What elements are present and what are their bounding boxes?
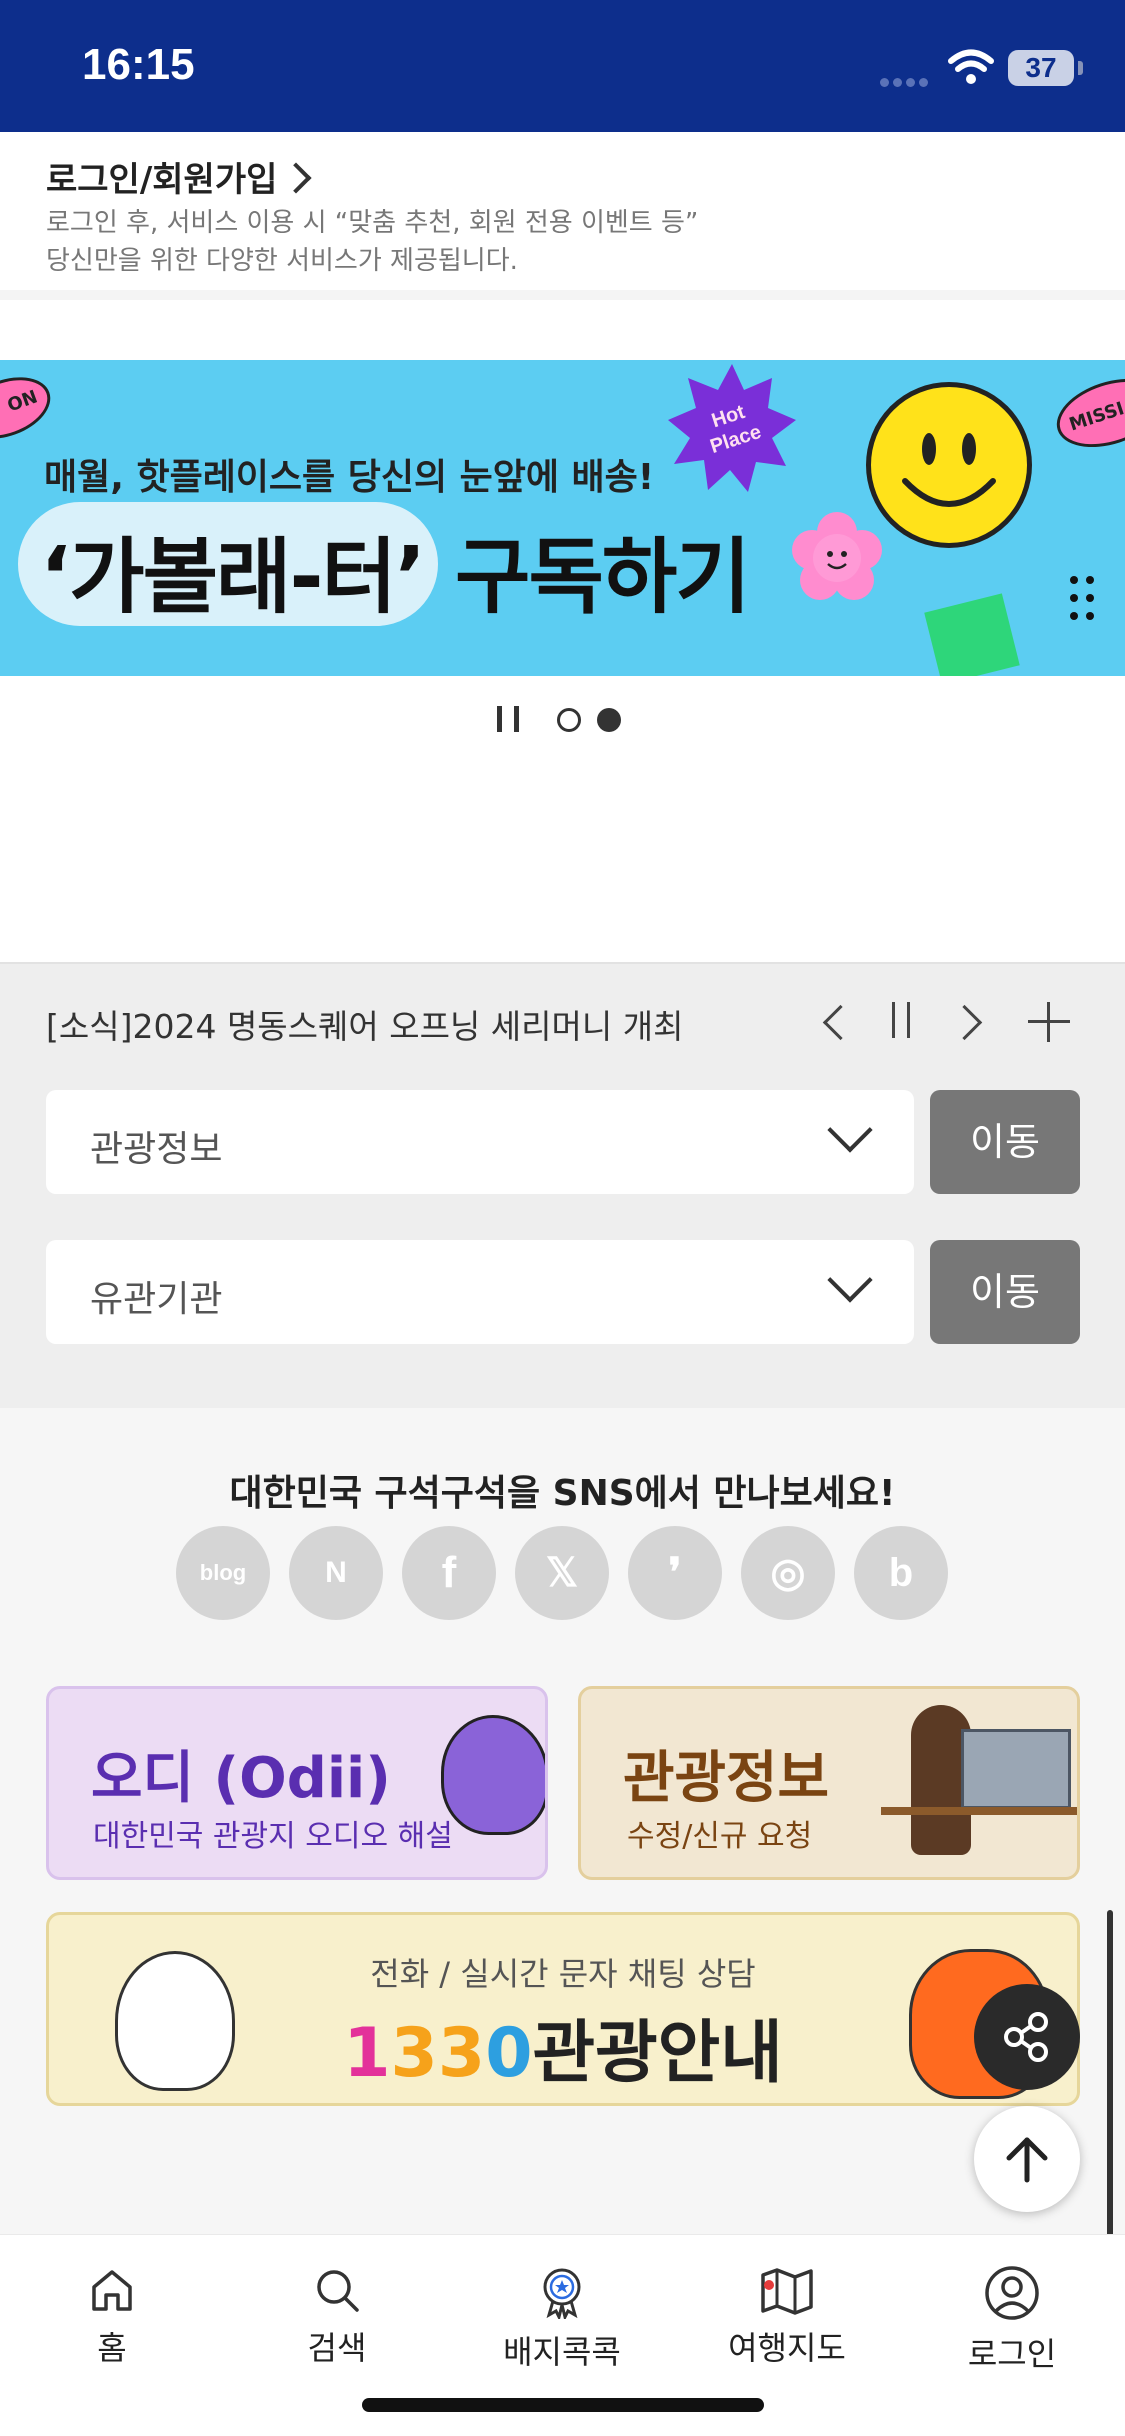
banner-pager [0, 702, 1125, 742]
blog-icon[interactable]: blog [176, 1526, 270, 1620]
sns-title: 대한민국 구석구석을 SNS에서 만나보세요! [229, 1473, 896, 1514]
share-icon [1004, 2012, 1048, 2062]
scroll-top-button[interactable] [974, 2106, 1080, 2212]
chevron-right-icon [280, 162, 312, 194]
search-icon [317, 2270, 359, 2312]
call-1330-subtitle: 전화 / 실시간 문자 채팅 상담 [370, 1955, 756, 1993]
gift-icon [924, 593, 1020, 676]
odii-subtitle: 대한민국 관광지 오디오 해설 [93, 1819, 453, 1854]
tab-travel-map[interactable]: 여행지도 [707, 2265, 867, 2385]
call-1330-title: 1330관광안내 [343, 2014, 783, 2093]
pause-icon[interactable] [892, 1002, 910, 1038]
more-dots-icon [1070, 576, 1102, 630]
cellular-signal-icon [880, 72, 936, 87]
login-description: 로그인 후, 서비스 이용 시 “맞춤 추천, 회원 전용 이벤트 등” 당신만… [46, 208, 699, 276]
plus-icon[interactable] [1028, 1002, 1070, 1042]
tab-home[interactable]: 홈 [32, 2265, 192, 2385]
banner-title-right: 구독하기 [455, 530, 751, 625]
arrow-up-icon [1006, 2137, 1048, 2183]
tab-search[interactable]: 검색 [257, 2265, 417, 2385]
login-section: 로그인/회원가입 로그인 후, 서비스 이용 시 “맞춤 추천, 회원 전용 이… [0, 132, 1125, 300]
band-icon[interactable]: b [854, 1526, 948, 1620]
instagram-icon[interactable]: ◎ [741, 1526, 835, 1620]
scrollbar[interactable] [1107, 1910, 1113, 2290]
odii-audio-guide-card[interactable]: 오디 (Odii) 대한민국 관광지 오디오 해설 [46, 1686, 548, 1880]
tourism-info-subtitle: 수정/신규 요청 [627, 1819, 813, 1854]
map-icon [761, 2268, 813, 2315]
smiley-icon [866, 382, 1032, 548]
tourism-info-request-card[interactable]: 관광정보 수정/신규 요청 [578, 1686, 1080, 1880]
login-signup-link[interactable]: 로그인/회원가입 [46, 152, 312, 201]
odii-title: 오디 (Odii) [91, 1746, 391, 1811]
hot-place-sticker: Hot Place [668, 364, 796, 492]
user-icon [985, 2266, 1039, 2320]
chevron-down-icon [827, 1107, 873, 1153]
go-button[interactable]: 이동 [930, 1240, 1080, 1344]
sns-section: 대한민국 구석구석을 SNS에서 만나보세요! blog N f 𝕏 ❜ ◎ b… [0, 1408, 1125, 2234]
promo-banner[interactable]: ON 매월, 핫플레이스를 당신의 눈앞에 배송! ‘가볼래-터’ 구독하기 H… [0, 360, 1125, 676]
badge-icon [543, 2268, 581, 2319]
kakao-story-icon[interactable]: ❜ [628, 1526, 722, 1620]
go-button[interactable]: 이동 [930, 1090, 1080, 1194]
mission-sticker-left: ON [0, 365, 59, 451]
select-row-related: 유관기관 이동 [46, 1240, 1080, 1344]
pause-icon[interactable] [497, 706, 519, 732]
news-ticker[interactable]: [소식]2024 명동스퀘어 오프닝 세리머니 개최 [46, 1000, 683, 1048]
select-row-tourism: 관광정보 이동 [46, 1090, 1080, 1194]
tourism-info-select[interactable]: 관광정보 [46, 1090, 914, 1194]
chevron-right-icon[interactable] [952, 1002, 982, 1042]
sns-icon-row: blog N f 𝕏 ❜ ◎ b [176, 1526, 956, 1622]
x-icon[interactable]: 𝕏 [515, 1526, 609, 1620]
login-signup-label: 로그인/회원가입 [46, 160, 278, 200]
monitor-icon [961, 1729, 1071, 1809]
banner-title-left: ‘가볼래-터’ [40, 530, 426, 625]
chevron-down-icon [827, 1257, 873, 1303]
pager-dot-1[interactable] [557, 708, 581, 732]
home-icon [92, 2270, 132, 2311]
wifi-icon [948, 49, 994, 84]
call-1330-card[interactable]: 전화 / 실시간 문자 채팅 상담 1330관광안내 [46, 1912, 1080, 2106]
status-bar: 16:15 37 [0, 0, 1125, 132]
battery-icon: 37 [1008, 50, 1074, 86]
tab-badge[interactable]: 배지콕콕 [482, 2265, 642, 2385]
share-button[interactable] [974, 1984, 1080, 2090]
tourism-info-title: 관광정보 [623, 1746, 830, 1811]
naver-post-icon[interactable]: N [289, 1526, 383, 1620]
flower-icon [792, 512, 882, 600]
banner-subtitle: 매월, 핫플레이스를 당신의 눈앞에 배송! [44, 457, 655, 498]
pager-dot-2[interactable] [597, 708, 621, 732]
tab-login[interactable]: 로그인 [932, 2265, 1092, 2385]
home-indicator [362, 2398, 764, 2412]
mission-sticker-right: MISSI [1048, 366, 1125, 460]
status-time: 16:15 [82, 40, 195, 89]
quick-nav-section: [소식]2024 명동스퀘어 오프닝 세리머니 개최 관광정보 이동 유관기관 … [0, 962, 1125, 1408]
odii-mascot-icon [441, 1715, 545, 1835]
chevron-left-icon[interactable] [820, 1002, 850, 1042]
related-org-select[interactable]: 유관기관 [46, 1240, 914, 1344]
facebook-icon[interactable]: f [402, 1526, 496, 1620]
